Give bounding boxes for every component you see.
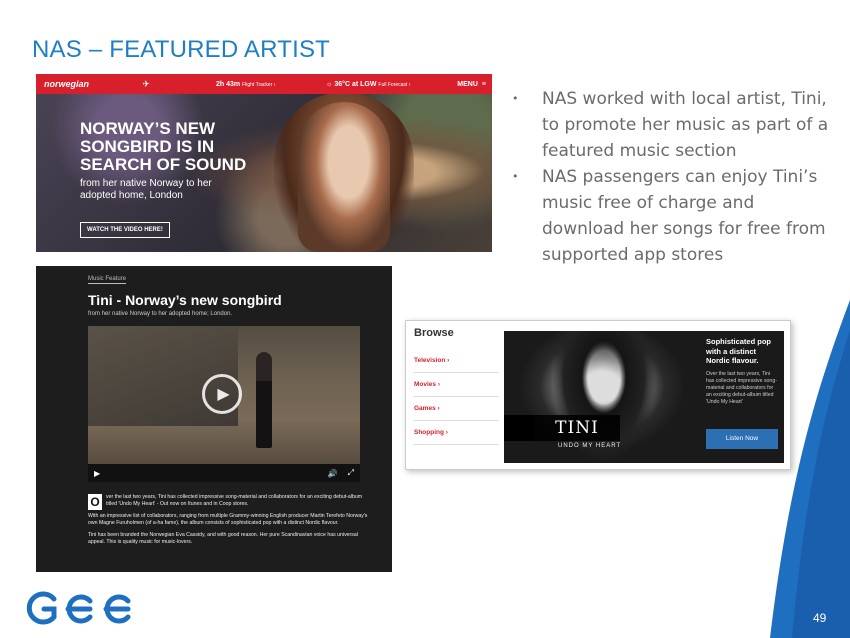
photo-strip — [504, 415, 534, 441]
article-paragraph: With an impressive list of collaborators… — [88, 512, 368, 527]
bullet-list: • NAS worked with local artist, Tini, to… — [512, 86, 832, 268]
gee-logo — [26, 591, 131, 625]
video-player[interactable]: ▶ ▶ 🔊 ⤢ — [88, 326, 360, 482]
artist-portrait — [298, 102, 390, 252]
play-icon[interactable]: ▶ — [202, 374, 242, 414]
bullet-item: • NAS worked with local artist, Tini, to… — [512, 86, 832, 164]
flight-tracker-link[interactable]: Flight Tracker › — [242, 82, 275, 88]
article-title: Tini - Norway’s new songbird — [88, 292, 282, 308]
control-play-icon[interactable]: ▶ — [94, 469, 100, 478]
bullet-text: NAS passengers can enjoy Tini’s music fr… — [542, 167, 826, 265]
menu-button[interactable]: MENU ≡ — [457, 81, 486, 88]
promo-text: Over the last two years, Tini has collec… — [706, 370, 777, 405]
flight-time[interactable]: 2h 43m Flight Tracker › — [216, 81, 316, 88]
page-number: 49 — [813, 611, 827, 625]
plane-icon: ✈ — [142, 78, 150, 89]
banner-subtitle: from her native Norway to her adopted ho… — [80, 178, 212, 201]
bullet-marker: • — [512, 92, 519, 105]
browse-panel: Browse Television › Movies › Games › Sho… — [405, 320, 791, 470]
listen-now-button[interactable]: Listen Now — [706, 429, 778, 449]
article-paragraph: ver the last two years, Tini has collect… — [106, 494, 363, 508]
bullet-marker: • — [512, 170, 519, 183]
banner-headline: NORWAY’S NEW SONGBIRD IS IN SEARCH OF SO… — [80, 119, 247, 174]
weather[interactable]: ☼ 36°C at LGW Full Forecast › — [326, 81, 430, 88]
browse-item-movies[interactable]: Movies › — [414, 373, 498, 397]
video-scene-person — [256, 352, 272, 448]
video-article-panel: Music Feature Tini - Norway’s new songbi… — [36, 266, 392, 572]
weather-value: 36°C at LGW — [334, 80, 377, 88]
video-controls: ▶ 🔊 ⤢ — [88, 464, 360, 482]
article-subtitle: from her native Norway to her adopted ho… — [88, 311, 233, 317]
norwegian-logo[interactable]: norwegian — [44, 79, 136, 89]
article-paragraph: Tini has been branded the Norwegian Eva … — [88, 531, 358, 546]
browse-item-shopping[interactable]: Shopping › — [414, 421, 498, 445]
sun-icon: ☼ — [326, 80, 333, 88]
album-title: UNDO MY HEART — [558, 443, 622, 449]
forecast-link[interactable]: Full Forecast › — [378, 82, 410, 88]
hamburger-icon: ≡ — [481, 80, 486, 88]
norwegian-banner: norwegian ✈ 2h 43m Flight Tracker › ☼ 36… — [36, 74, 492, 252]
flight-time-value: 2h 43m — [216, 80, 241, 88]
slide-title: NAS – FEATURED ARTIST — [32, 36, 331, 63]
article-body: ver the last two years, Tini has collect… — [88, 494, 368, 550]
browse-item-games[interactable]: Games › — [414, 397, 498, 421]
watch-video-button[interactable]: WATCH THE VIDEO HERE! — [80, 222, 170, 238]
feature-tag: Music Feature — [88, 276, 127, 284]
banner-top-bar: norwegian ✈ 2h 43m Flight Tracker › ☼ 36… — [36, 74, 492, 94]
menu-label: MENU — [457, 80, 478, 88]
browse-item-television[interactable]: Television › — [414, 349, 498, 373]
promo-title: Sophisticated pop with a distinct Nordic… — [706, 337, 772, 365]
browse-heading: Browse — [414, 327, 454, 339]
volume-icon[interactable]: 🔊 — [328, 469, 338, 478]
browse-nav: Browse Television › Movies › Games › Sho… — [406, 321, 502, 469]
artist-logo: TINI — [534, 415, 620, 441]
promo-box: Sophisticated pop with a distinct Nordic… — [700, 331, 784, 463]
fullscreen-icon[interactable]: ⤢ — [348, 468, 354, 478]
bullet-text: NAS worked with local artist, Tini, to p… — [542, 89, 829, 161]
bullet-item: • NAS passengers can enjoy Tini’s music … — [512, 164, 832, 268]
browse-menu: Television › Movies › Games › Shopping › — [414, 349, 498, 445]
